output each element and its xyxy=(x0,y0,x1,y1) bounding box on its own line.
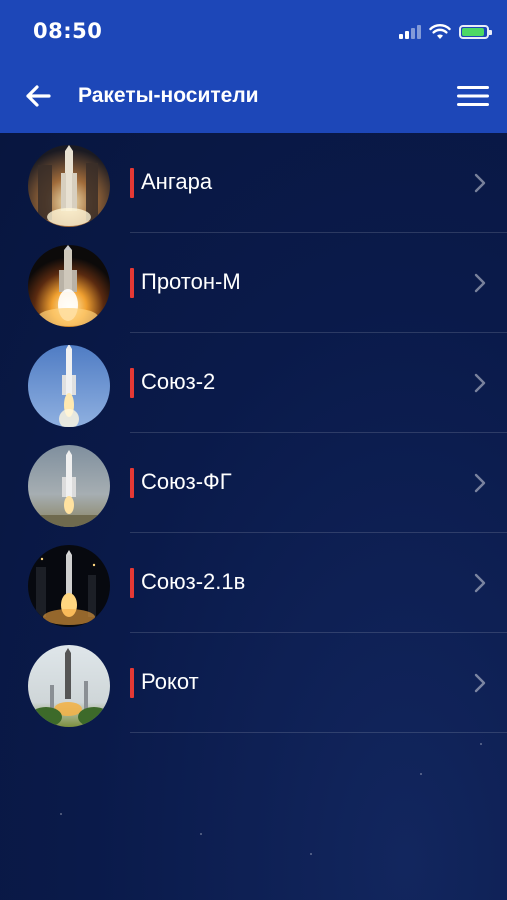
accent-bar xyxy=(130,468,134,498)
divider xyxy=(130,732,507,733)
rocket-label: Союз-ФГ xyxy=(141,469,232,494)
status-bar: 08:50 xyxy=(0,0,507,60)
list-item-soyuz-2-1v[interactable]: Союз-2.1в xyxy=(0,533,507,633)
soyuz-fg-launch-photo xyxy=(28,445,110,527)
list-item-proton-m[interactable]: Протон-М xyxy=(0,233,507,333)
page-title: Ракеты-носители xyxy=(78,84,259,107)
chevron-right-icon xyxy=(474,573,486,593)
back-button[interactable] xyxy=(20,78,56,114)
list-item-soyuz-fg[interactable]: Союз-ФГ xyxy=(0,433,507,533)
hamburger-menu-icon xyxy=(457,86,489,106)
rokot-launch-photo xyxy=(28,645,110,727)
accent-bar xyxy=(130,668,134,698)
soyuz-2-1v-launch-photo xyxy=(28,545,110,627)
star-decoration xyxy=(200,833,202,835)
rocket-label: Союз-2.1в xyxy=(141,569,246,594)
angara-launch-photo xyxy=(28,145,110,227)
star-decoration xyxy=(60,813,62,815)
proton-m-launch-photo xyxy=(28,245,110,327)
accent-bar xyxy=(130,268,134,298)
arrow-left-icon xyxy=(26,85,51,107)
app-bar: 08:50 Ракеты-носители xyxy=(0,0,507,133)
star-decoration xyxy=(310,853,312,855)
accent-bar xyxy=(130,368,134,398)
soyuz-2-launch-photo xyxy=(28,345,110,427)
menu-button[interactable] xyxy=(453,78,493,114)
accent-bar xyxy=(130,568,134,598)
chevron-right-icon xyxy=(474,273,486,293)
rocket-list: Ангара Протон-М Союз-2 Союз-ФГ Союз-2.1в… xyxy=(0,133,507,900)
star-decoration xyxy=(420,773,422,775)
list-item-rokot[interactable]: Рокот xyxy=(0,633,507,733)
battery-icon xyxy=(459,25,492,39)
chevron-right-icon xyxy=(474,373,486,393)
navigation-bar: Ракеты-носители xyxy=(0,70,507,124)
status-time: 08:50 xyxy=(33,19,103,43)
rocket-label: Ангара xyxy=(141,169,213,194)
rocket-label: Протон-М xyxy=(141,269,241,294)
rocket-label: Союз-2 xyxy=(141,369,216,394)
rocket-label: Рокот xyxy=(141,669,199,694)
list-item-soyuz-2[interactable]: Союз-2 xyxy=(0,333,507,433)
chevron-right-icon xyxy=(474,173,486,193)
cellular-signal-icon xyxy=(399,25,421,39)
status-icons xyxy=(399,22,492,42)
chevron-right-icon xyxy=(474,673,486,693)
chevron-right-icon xyxy=(474,473,486,493)
star-decoration xyxy=(480,743,482,745)
wifi-icon xyxy=(429,24,451,39)
list-item-angara[interactable]: Ангара xyxy=(0,133,507,233)
accent-bar xyxy=(130,168,134,198)
